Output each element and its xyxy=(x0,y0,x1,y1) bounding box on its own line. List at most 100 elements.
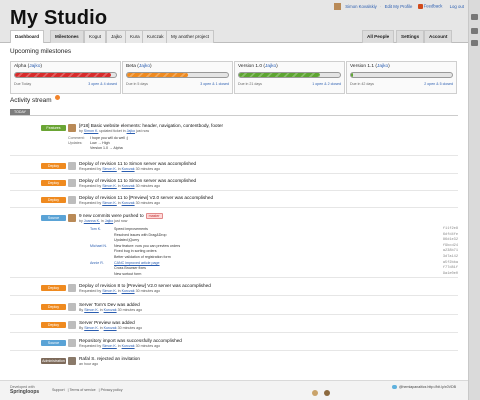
milestone-name[interactable]: Beta xyxy=(126,64,136,69)
commit-message[interactable]: CANC improved article page xyxy=(114,261,160,265)
commit-message: New feature: now you can preview orders xyxy=(114,243,181,248)
tab-milestones[interactable]: Milestones xyxy=(50,30,84,43)
logout-link[interactable]: Log out xyxy=(450,4,464,9)
terms-link[interactable]: Terms of service xyxy=(69,388,95,392)
project-link[interactable]: Kurczak xyxy=(122,184,135,188)
milestone-project-link[interactable]: Jajko xyxy=(377,64,388,69)
project-link[interactable]: Kurczak xyxy=(122,201,135,205)
tab-project-kurczak[interactable]: Kurczak xyxy=(142,30,169,43)
author-link[interactable]: Simon K. xyxy=(102,184,117,188)
milestone-project-link[interactable]: Jajko xyxy=(265,64,276,69)
commit-hash-link[interactable]: 86d1e32 xyxy=(443,238,458,242)
milestone-name[interactable]: Version 1.0 xyxy=(238,64,262,69)
grid-icon[interactable] xyxy=(471,40,478,46)
footer-brand[interactable]: Developed with Springloops xyxy=(10,385,39,395)
author-link[interactable]: Simon K. xyxy=(84,129,99,133)
event-badge: Deploy xyxy=(41,163,66,169)
tweet-text[interactable]: @hemlapanaltics http://bit.ly/x0VDB xyxy=(399,385,456,389)
project-link[interactable]: Kurczak xyxy=(122,289,135,293)
footer-links: Support | Terms of service | Privacy polic… xyxy=(52,388,123,392)
milestone-due: Due in 42 days xyxy=(350,82,374,86)
activity-entry: Source 9 new commits were pushed to maste… xyxy=(10,213,458,278)
event-title: Rafal S. rejected an invitation xyxy=(79,356,140,361)
milestone-status-link[interactable]: 2 open & 5 closed xyxy=(424,82,453,86)
event-title: Server Preview was added xyxy=(79,320,135,325)
feedback-icon xyxy=(417,4,423,9)
milestone-card: Version 1.0 (Jajko) Due in 21 days 1 open… xyxy=(234,61,345,94)
author-link[interactable]: Simon K. xyxy=(84,308,99,312)
milestone-project-link[interactable]: Jajko xyxy=(29,64,40,69)
rss-icon[interactable] xyxy=(55,95,60,100)
commit-hash-link[interactable]: 3d7a142 xyxy=(443,255,458,259)
event-title: Server Tom's Dev was added xyxy=(79,302,140,307)
privacy-link[interactable]: Privacy policy xyxy=(101,388,123,392)
commit-hash-link[interactable]: f9bcd24 xyxy=(443,244,458,248)
commit-author-link[interactable]: Annie R. xyxy=(90,261,104,265)
commit-hash-link[interactable]: 9a1e0e0 xyxy=(443,272,458,276)
user-avatar[interactable] xyxy=(334,3,342,10)
project-link[interactable]: Kurczak xyxy=(104,308,117,312)
tab-settings[interactable]: Settings xyxy=(396,30,425,43)
tab-dashboard[interactable]: Dashboard xyxy=(10,30,44,44)
commit-hash-link[interactable]: a238b71 xyxy=(443,249,458,253)
commit-hash-link[interactable]: 6dfd4fe xyxy=(443,233,458,237)
event-title-link[interactable]: [#18] Basic website elements: header, na… xyxy=(79,123,223,128)
tab-project-kogut[interactable]: Kogut xyxy=(84,30,107,43)
milestone-progress-bar xyxy=(126,72,229,78)
tab-project-another[interactable]: My another project xyxy=(166,30,215,43)
edit-profile-link[interactable]: Edit My Profile xyxy=(385,4,413,9)
commit-author-link[interactable]: Tom K. xyxy=(90,227,101,231)
commit-message: Resolved issues with Drag&Drop xyxy=(114,232,167,237)
user-name-link[interactable]: Simon Kovalskiy xyxy=(345,4,377,9)
event-badge: Administration xyxy=(41,358,66,364)
commit-message: New sortout form xyxy=(114,271,142,276)
home-icon[interactable] xyxy=(471,14,478,20)
milestone-status-link[interactable]: 1 open & 2 closed xyxy=(312,82,341,86)
activity-entry: Source Repository import was successfull… xyxy=(10,338,458,351)
event-title: Repository import was successfully accom… xyxy=(79,338,182,343)
project-link[interactable]: Kurczak xyxy=(122,344,135,348)
commit-message: Better validation of registration form xyxy=(114,255,171,259)
milestone-progress-bar xyxy=(350,72,453,78)
project-link[interactable]: Kurczak xyxy=(104,326,117,330)
milestone-due: Due Today xyxy=(14,82,32,86)
side-toolbar xyxy=(468,0,480,400)
feedback-link[interactable]: Feedback xyxy=(424,4,443,9)
event-title: 9 new commits were pushed to xyxy=(79,213,144,218)
tab-all-people[interactable]: All People xyxy=(362,30,395,43)
branch-tag[interactable]: master xyxy=(145,213,163,219)
project-link[interactable]: Jajko xyxy=(127,129,135,133)
milestone-status-link[interactable]: 3 open & 4 closed xyxy=(88,82,117,86)
event-title: Deploy of revision 8 to [Preview] V2.0 s… xyxy=(79,283,211,288)
activity-entry: Deploy Server Preview was added By Simon… xyxy=(10,320,458,333)
milestones-list: Alpha (Jajko) Due Today 3 open & 4 closed… xyxy=(10,61,458,94)
milestone-project-link[interactable]: Jajko xyxy=(139,64,150,69)
milestone-name[interactable]: Alpha xyxy=(14,64,26,69)
update-text: Low → High xyxy=(90,141,110,145)
commit-hash-link[interactable]: f11f2e8 xyxy=(443,227,458,231)
author-link[interactable]: Simon K. xyxy=(102,167,117,171)
update-text: Version 1.0 → Alpha xyxy=(90,146,123,150)
commit-author-link[interactable]: Michael N. xyxy=(90,244,107,248)
milestone-progress-fill xyxy=(239,73,320,77)
commit-hash-link[interactable]: a5f2bba xyxy=(443,261,458,265)
author-link[interactable]: Simon K. xyxy=(102,289,117,293)
inbox-icon[interactable] xyxy=(471,28,478,34)
twitter-bird-icon xyxy=(391,385,397,390)
tab-project-jajko[interactable]: Jajko xyxy=(106,30,127,43)
milestone-due: Due in 5 days xyxy=(126,82,148,86)
event-title: Deploy of revision 11 to Simon server wa… xyxy=(79,178,197,183)
project-link[interactable]: Kurczak xyxy=(122,167,135,171)
commit-hash-link[interactable]: f77d81f xyxy=(443,266,458,270)
milestone-status-link[interactable]: 3 open & 1 closed xyxy=(200,82,229,86)
event-badge: Features xyxy=(41,125,66,131)
project-link[interactable]: Jajko xyxy=(105,219,113,223)
author-link[interactable]: Simon K. xyxy=(84,326,99,330)
author-link[interactable]: Simon K. xyxy=(102,344,117,348)
milestone-name[interactable]: Version 1.1 xyxy=(350,64,374,69)
author-link[interactable]: Joanna K. xyxy=(84,219,100,223)
comment-text: I hope you will do well ;) xyxy=(90,136,129,140)
author-link[interactable]: Simon K. xyxy=(102,201,117,205)
tab-account[interactable]: Account xyxy=(424,30,453,43)
support-link[interactable]: Support xyxy=(52,388,65,392)
